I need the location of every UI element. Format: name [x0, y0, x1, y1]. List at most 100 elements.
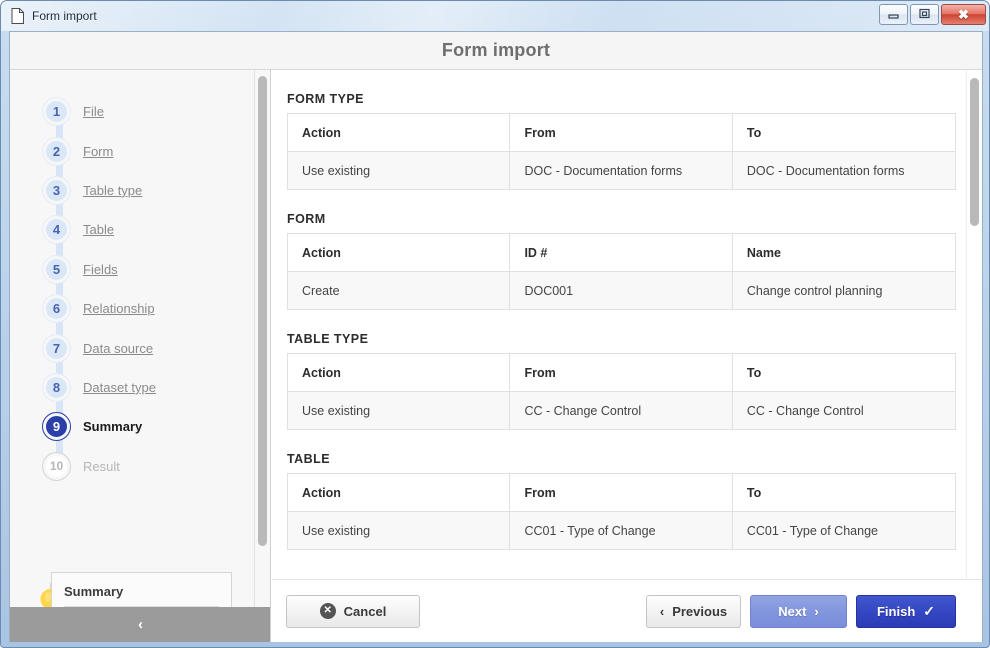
next-button[interactable]: Next › [750, 594, 847, 628]
page-header: Form import [10, 32, 982, 70]
minimize-icon [887, 6, 900, 24]
sidebar-step-form[interactable]: 2 Form [10, 109, 270, 170]
sidebar-step-result: 10 Result [10, 424, 270, 486]
table-row: Create DOC001 Change control planning [287, 271, 956, 310]
sidebar-step-file[interactable]: 1 File [10, 92, 270, 131]
step-label: Relationship [83, 301, 155, 317]
sidebar-step-table[interactable]: 4 Table [10, 188, 270, 249]
section-title: FORM TYPE [287, 92, 364, 106]
column-header: To [732, 113, 956, 152]
help-title: Summary [64, 584, 124, 599]
sidebar-step-summary[interactable]: 9 Summary [10, 385, 270, 446]
step-number: 3 [42, 175, 71, 205]
table-cell: CC01 - Type of Change [509, 511, 733, 550]
table-header-row: Action From To [287, 353, 956, 392]
summary-sections: FORM TYPE Action From To Use existing DOC - D… [271, 70, 982, 642]
column-header: From [509, 113, 733, 152]
summary-section: TABLE Action From To Use existing CC01 - Type… [287, 452, 956, 550]
sidebar-step-data-source[interactable]: 7 Data source [10, 306, 270, 367]
window-controls: ✖ [877, 4, 986, 25]
table-cell: Create [287, 271, 511, 310]
section-title: FORM [287, 212, 326, 226]
step-label: File [83, 104, 104, 120]
step-label: Form [83, 143, 114, 159]
content-scrollbar[interactable] [966, 70, 982, 642]
document-icon [11, 8, 25, 24]
body: 1 File 2 Form 3 Table type 4 Table 5 Fields 6 Relat… [10, 70, 982, 642]
step-number: 4 [42, 215, 71, 245]
title-bar: Form import ✖ [1, 1, 989, 31]
column-header: Action [287, 113, 511, 152]
table-cell: DOC001 [509, 271, 733, 310]
cancel-circle-icon: ✕ [319, 603, 336, 619]
summary-table: Action From To Use existing CC01 - Type of C… [287, 473, 956, 550]
step-label: Fields [83, 261, 118, 277]
content-scrollbar-thumb[interactable] [970, 78, 979, 226]
step-number: 2 [42, 136, 71, 166]
page-title: Form import [441, 40, 551, 60]
chevron-right-icon: › [814, 603, 819, 619]
section-title: TABLE [287, 452, 330, 466]
table-cell: CC01 - Type of Change [732, 511, 956, 550]
table-cell: DOC - Documentation forms [509, 151, 733, 190]
wizard-footer: ✕ Cancel ‹ Previous Next › Finish ✓ [272, 579, 982, 642]
close-button[interactable]: ✖ [941, 4, 986, 25]
cancel-button[interactable]: ✕ Cancel [286, 594, 420, 628]
content-area: FORM TYPE Action From To Use existing DOC - D… [271, 70, 982, 642]
step-label: Summary [83, 419, 143, 435]
application-window: Form import ✖ Form import 1 File 2 Form … [0, 0, 990, 648]
summary-table: Action ID # Name Create DOC001 Change control… [287, 233, 956, 310]
client-area: Form import 1 File 2 Form 3 Table type 4 Table 5… [9, 31, 983, 642]
sidebar-step-table-type[interactable]: 3 Table type [10, 148, 270, 210]
step-label: Dataset type [83, 379, 156, 395]
table-cell: Use existing [287, 151, 511, 190]
maximize-icon [918, 6, 931, 24]
column-header: From [509, 353, 733, 392]
table-cell: Use existing [287, 391, 511, 430]
table-header-row: Action ID # Name [287, 233, 956, 272]
step-number: 10 [42, 451, 71, 481]
column-header: Name [732, 233, 956, 272]
step-label: Result [83, 458, 120, 474]
chevron-left-icon: ‹ [138, 616, 143, 633]
wizard-steps: 1 File 2 Form 3 Table type 4 Table 5 Fields 6 Relat… [10, 70, 270, 486]
table-cell: Change control planning [732, 271, 956, 310]
finish-button[interactable]: Finish ✓ [856, 594, 956, 628]
sidebar-step-dataset-type[interactable]: 8 Dataset type [10, 345, 270, 407]
column-header: To [732, 473, 956, 512]
chevron-left-icon: ‹ [659, 603, 665, 619]
finish-button-label: Finish [876, 603, 916, 619]
step-number: 5 [42, 254, 71, 284]
window-title: Form import [32, 9, 97, 23]
table-cell: Use existing [287, 511, 511, 550]
minimize-button[interactable] [879, 4, 908, 25]
summary-section: FORM Action ID # Name Create DOC001 Change con… [287, 212, 956, 310]
table-cell: DOC - Documentation forms [732, 151, 956, 190]
sidebar-scrollbar-thumb[interactable] [258, 76, 267, 546]
column-header: From [509, 473, 733, 512]
column-header: ID # [509, 233, 733, 272]
summary-section: TABLE TYPE Action From To Use existing CC - C… [287, 332, 956, 430]
summary-section: FORM TYPE Action From To Use existing DOC - D… [287, 92, 956, 190]
table-row: Use existing DOC - Documentation forms DOC… [287, 151, 956, 190]
previous-button[interactable]: ‹ Previous [646, 594, 741, 628]
previous-button-label: Previous [672, 603, 728, 619]
sidebar-collapse-button[interactable]: ‹ [10, 607, 270, 642]
table-header-row: Action From To [287, 113, 956, 152]
column-header: Action [287, 353, 511, 392]
step-number: 7 [42, 333, 71, 363]
table-row: Use existing CC01 - Type of Change CC01 - … [287, 511, 956, 550]
step-label: Data source [83, 340, 154, 356]
step-label: Table type [83, 182, 143, 198]
sidebar-step-fields[interactable]: 5 Fields [10, 227, 270, 289]
step-number: 6 [42, 294, 71, 324]
maximize-button[interactable] [910, 4, 939, 25]
cancel-button-label: Cancel [343, 603, 387, 619]
step-number: 9 [42, 412, 71, 442]
sidebar-scrollbar[interactable] [254, 70, 270, 642]
sidebar-step-relationship[interactable]: 6 Relationship [10, 266, 270, 328]
table-cell: CC - Change Control [509, 391, 733, 430]
section-title: TABLE TYPE [287, 332, 369, 346]
summary-table: Action From To Use existing DOC - Documentat… [287, 113, 956, 190]
close-icon: ✖ [958, 6, 969, 22]
